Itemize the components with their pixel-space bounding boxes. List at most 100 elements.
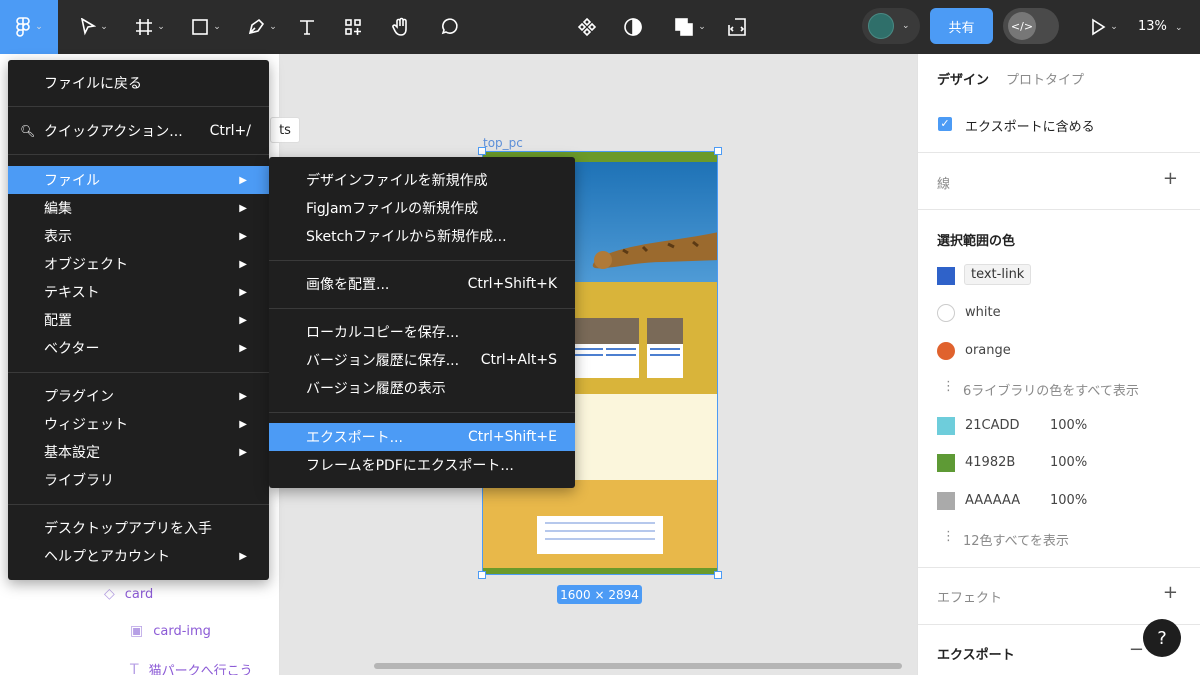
- components-icon: [345, 19, 361, 35]
- remove-export-button[interactable]: −: [1129, 639, 1144, 660]
- menu-item-label: ウィジェット: [44, 417, 128, 433]
- style-name-chip[interactable]: text-link: [964, 264, 1032, 285]
- text-icon: [300, 20, 314, 35]
- menu-item-new-figjam-file[interactable]: FigJamファイルの新規作成: [269, 194, 575, 222]
- menu-item-place-image[interactable]: 画像を配置... Ctrl+Shift+K: [269, 270, 575, 298]
- layer-label: card-img: [153, 623, 211, 639]
- main-menu-button[interactable]: ⌄: [0, 0, 58, 54]
- show-all-colors-link[interactable]: 12色すべてを表示: [963, 530, 1069, 549]
- hand-tool-button[interactable]: [388, 0, 414, 54]
- menu-item-vector[interactable]: ベクター ▶: [8, 334, 269, 362]
- menu-item-widgets[interactable]: ウィジェット ▶: [8, 410, 269, 438]
- frame-news-box: [537, 516, 663, 554]
- comment-icon: [441, 18, 458, 35]
- color-opacity[interactable]: 100%: [1050, 493, 1087, 508]
- color-swatch[interactable]: [937, 304, 955, 322]
- menu-item-show-version-history[interactable]: バージョン履歴の表示: [269, 374, 575, 402]
- zoom-level: 13%: [1138, 19, 1167, 34]
- pen-tool-button[interactable]: ⌄: [242, 0, 282, 54]
- chevron-right-icon: ▶: [239, 230, 247, 242]
- menu-item-edit[interactable]: 編集 ▶: [8, 194, 269, 222]
- code-block-button[interactable]: [724, 0, 750, 54]
- menu-item-view[interactable]: 表示 ▶: [8, 222, 269, 250]
- color-opacity[interactable]: 100%: [1050, 418, 1087, 433]
- resize-handle[interactable]: [478, 571, 486, 579]
- add-stroke-button[interactable]: +: [1163, 168, 1178, 189]
- menu-item-label: プラグイン: [44, 389, 114, 405]
- tab-design[interactable]: デザイン: [937, 69, 989, 88]
- color-swatch[interactable]: [937, 267, 955, 285]
- menu-item-export[interactable]: エクスポート... Ctrl+Shift+E: [269, 423, 575, 451]
- menu-item-object[interactable]: オブジェクト ▶: [8, 250, 269, 278]
- menu-item-arrange[interactable]: 配置 ▶: [8, 306, 269, 334]
- text-tool-button[interactable]: [294, 0, 320, 54]
- export-include-checkbox[interactable]: ✓: [938, 117, 952, 131]
- layer-item[interactable]: T 猫パークへ行こう: [130, 660, 253, 675]
- boolean-button[interactable]: ⌄: [670, 0, 710, 54]
- text-icon: T: [130, 661, 139, 675]
- style-name[interactable]: orange: [965, 343, 1011, 358]
- resize-handle[interactable]: [478, 147, 486, 155]
- zoom-dropdown[interactable]: 13% ⌄: [1138, 0, 1183, 54]
- resize-handle[interactable]: [714, 147, 722, 155]
- help-button[interactable]: ?: [1143, 619, 1181, 657]
- frame-icon: [136, 19, 153, 35]
- frame-name[interactable]: top_pc: [483, 136, 523, 150]
- menu-item-text[interactable]: テキスト ▶: [8, 278, 269, 306]
- menu-item-label: 表示: [44, 229, 72, 245]
- menu-item-libraries[interactable]: ライブラリ: [8, 466, 269, 494]
- menu-item-label: ファイル: [44, 173, 100, 189]
- menu-item-back-to-files[interactable]: ファイルに戻る: [8, 69, 269, 97]
- frame-card: [571, 318, 607, 378]
- menu-item-shortcut: Ctrl+/: [209, 123, 251, 139]
- frame-tool-button[interactable]: ⌄: [130, 0, 170, 54]
- chevron-right-icon: ▶: [239, 202, 247, 214]
- color-swatch[interactable]: [937, 454, 955, 472]
- tab-prototype[interactable]: プロトタイプ: [1006, 69, 1084, 88]
- color-hex[interactable]: AAAAAA: [965, 493, 1020, 508]
- menu-item-shortcut: Ctrl+Shift+E: [467, 429, 557, 445]
- menu-item-preferences[interactable]: 基本設定 ▶: [8, 438, 269, 466]
- play-icon: [1092, 18, 1106, 36]
- menu-separator: [269, 412, 575, 413]
- user-avatar-button[interactable]: ⌄: [862, 8, 920, 44]
- menu-item-export-frames-pdf[interactable]: フレームをPDFにエクスポート...: [269, 451, 575, 479]
- color-hex[interactable]: 21CADD: [965, 418, 1020, 433]
- stroke-section-title: 線: [937, 177, 951, 192]
- resources-button[interactable]: [340, 0, 366, 54]
- component-button[interactable]: [574, 0, 600, 54]
- menu-item-save-to-version-history[interactable]: バージョン履歴に保存... Ctrl+Alt+S: [269, 346, 575, 374]
- menu-item-new-design-file[interactable]: デザインファイルを新規作成: [269, 166, 575, 194]
- cursor-icon: [81, 18, 97, 36]
- shape-tool-button[interactable]: ⌄: [186, 0, 226, 54]
- layer-item[interactable]: ◇ card: [104, 586, 153, 602]
- layer-item[interactable]: ▣ card-img: [130, 623, 211, 639]
- mask-button[interactable]: [620, 0, 646, 54]
- menu-item-plugins[interactable]: プラグイン ▶: [8, 382, 269, 410]
- menu-item-help-account[interactable]: ヘルプとアカウント ▶: [8, 542, 269, 570]
- export-include-label: エクスポートに含める: [965, 120, 1095, 135]
- hand-icon: [392, 17, 407, 36]
- move-tool-button[interactable]: ⌄: [74, 0, 114, 54]
- horizontal-scrollbar[interactable]: [374, 663, 902, 669]
- dev-mode-toggle[interactable]: </>: [1003, 8, 1059, 44]
- properties-panel: デザイン プロトタイプ ✓ エクスポートに含める 線 + 選択範囲の色 text…: [917, 54, 1200, 675]
- color-opacity[interactable]: 100%: [1050, 455, 1087, 470]
- menu-item-save-local-copy[interactable]: ローカルコピーを保存...: [269, 318, 575, 346]
- show-library-colors-link[interactable]: 6ライブラリの色をすべて表示: [963, 380, 1139, 399]
- color-swatch[interactable]: [937, 492, 955, 510]
- style-name[interactable]: white: [965, 305, 1001, 320]
- add-effect-button[interactable]: +: [1163, 582, 1178, 603]
- menu-item-new-from-sketch[interactable]: Sketchファイルから新規作成...: [269, 222, 575, 250]
- color-swatch[interactable]: [937, 417, 955, 435]
- menu-item-quick-actions[interactable]: 🔍︎ クイックアクション... Ctrl+/: [8, 117, 269, 145]
- color-swatch[interactable]: [937, 342, 955, 360]
- present-button[interactable]: ⌄: [1084, 0, 1124, 54]
- menu-item-file[interactable]: ファイル ▶: [8, 166, 269, 194]
- share-button[interactable]: 共有: [930, 8, 993, 44]
- code-block-icon: [728, 18, 746, 36]
- menu-item-desktop-app[interactable]: デスクトップアプリを入手: [8, 514, 269, 542]
- color-hex[interactable]: 41982B: [965, 455, 1015, 470]
- comment-tool-button[interactable]: [436, 0, 462, 54]
- resize-handle[interactable]: [714, 571, 722, 579]
